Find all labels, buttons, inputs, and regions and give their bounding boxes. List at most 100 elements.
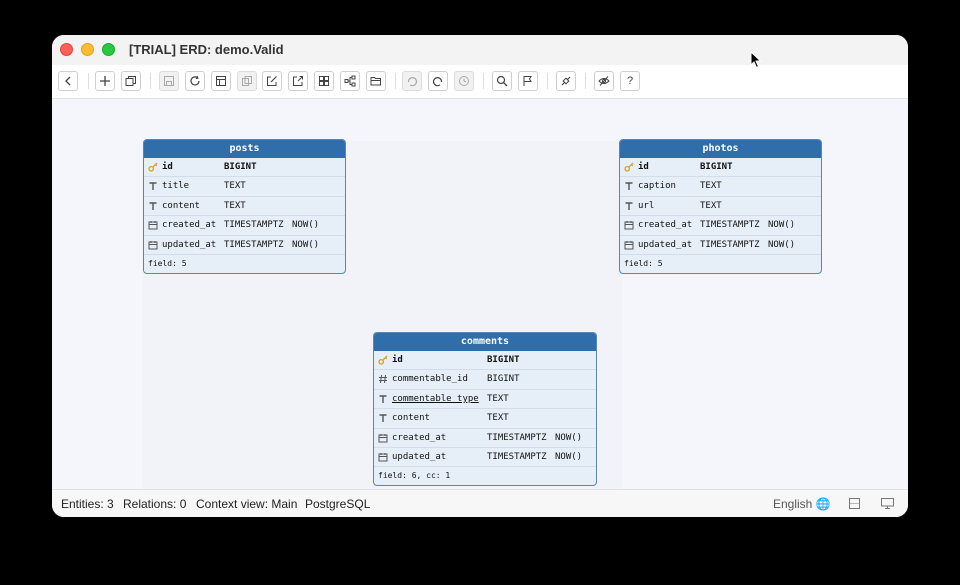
display-icon[interactable] [881, 498, 894, 512]
field-default: NOW() [292, 239, 320, 250]
window-title: [TRIAL] ERD: demo.Valid [129, 42, 284, 57]
tree-button[interactable] [340, 71, 360, 91]
field-row[interactable]: id BIGINT [374, 351, 596, 371]
toolbar-separator [547, 73, 548, 89]
field-name: updated_at [162, 239, 217, 250]
entity-footer: field: 5 [148, 258, 187, 268]
history-button[interactable] [454, 71, 474, 91]
refresh-button[interactable] [185, 71, 205, 91]
relations-count: Relations: 0 [123, 497, 187, 511]
field-row[interactable]: url TEXT [620, 197, 821, 217]
field-type: TIMESTAMPTZ [224, 239, 284, 250]
panel-toggle-icon[interactable] [849, 498, 860, 512]
field-default: NOW() [555, 432, 583, 443]
field-row[interactable]: content TEXT [144, 197, 345, 217]
back-button[interactable] [58, 71, 78, 91]
field-row[interactable]: updated_at TIMESTAMPTZ NOW() [374, 448, 596, 468]
entity-photos[interactable]: photos id BIGINT caption TEXT url TEXT created_… [619, 139, 822, 274]
title-bar: [TRIAL] ERD: demo.Valid [52, 35, 908, 65]
entity-header[interactable]: comments [374, 333, 596, 351]
redo-icon [432, 77, 443, 87]
entities-count: Entities: 3 [61, 497, 114, 511]
copy-button[interactable] [121, 71, 141, 91]
field-type: TIMESTAMPTZ [700, 220, 760, 231]
language-selector[interactable]: English 🌐 [773, 497, 831, 511]
toolbar-separator [585, 73, 586, 89]
toolbar-separator [483, 73, 484, 89]
text-type-icon [624, 181, 634, 191]
calendar-icon [378, 452, 388, 462]
refresh-icon [190, 75, 200, 86]
field-type: TIMESTAMPTZ [700, 239, 760, 250]
export-button[interactable] [288, 71, 308, 91]
tree-icon [344, 75, 356, 87]
add-button[interactable] [95, 71, 115, 91]
entity-comments[interactable]: comments id BIGINT commentable_id BIGINT comm… [373, 332, 597, 487]
calendar-icon [624, 220, 634, 230]
field-row[interactable]: id BIGINT [144, 158, 345, 178]
redo-button[interactable] [428, 71, 448, 91]
undo-icon [407, 77, 418, 87]
field-type: BIGINT [487, 355, 520, 365]
entity-header[interactable]: photos [620, 140, 821, 158]
key-icon [624, 162, 634, 172]
field-name: id [162, 162, 173, 172]
field-row[interactable]: created_at TIMESTAMPTZ NOW() [144, 216, 345, 236]
text-type-icon [148, 181, 158, 191]
field-row[interactable]: updated_at TIMESTAMPTZ NOW() [144, 236, 345, 255]
hide-button[interactable] [594, 71, 614, 91]
layout-button[interactable] [211, 71, 231, 91]
field-row[interactable]: commentable_id BIGINT [374, 370, 596, 390]
field-row[interactable]: updated_at TIMESTAMPTZ NOW() [620, 236, 821, 255]
field-row[interactable]: content TEXT [374, 409, 596, 429]
field-name: content [392, 413, 430, 424]
text-type-icon [378, 413, 388, 423]
entity-posts[interactable]: posts id BIGINT title TEXT content TEXT created… [143, 139, 346, 274]
search-button[interactable] [492, 71, 512, 91]
globe-icon: 🌐 [815, 497, 831, 511]
link-button[interactable] [556, 71, 576, 91]
field-row[interactable]: created_at TIMESTAMPTZ NOW() [374, 429, 596, 448]
grid-button[interactable] [314, 71, 334, 91]
field-name: url [638, 200, 655, 211]
undo-button[interactable] [402, 71, 422, 91]
toolbar-separator [88, 73, 89, 89]
toolbar: ? [52, 65, 908, 99]
save-button[interactable] [159, 71, 179, 91]
field-type: BIGINT [700, 162, 733, 172]
minimize-window-button[interactable] [81, 43, 94, 56]
open-button[interactable] [366, 71, 386, 91]
question-icon: ? [626, 75, 634, 87]
field-name: updated_at [638, 239, 693, 250]
field-type: TEXT [224, 200, 246, 211]
field-row[interactable]: caption TEXT [620, 177, 821, 197]
duplicate-button[interactable] [237, 71, 257, 91]
field-row[interactable]: id BIGINT [620, 158, 821, 178]
database-type: PostgreSQL [305, 497, 371, 511]
help-button[interactable]: ? [620, 71, 640, 91]
field-type: TEXT [700, 200, 722, 211]
close-window-button[interactable] [60, 43, 73, 56]
field-row[interactable]: title TEXT [144, 177, 345, 197]
erd-canvas[interactable]: posts id BIGINT title TEXT content TEXT created… [52, 99, 908, 491]
field-type: TIMESTAMPTZ [487, 432, 547, 443]
flag-button[interactable] [518, 71, 538, 91]
field-type: TEXT [487, 413, 509, 424]
field-type: TIMESTAMPTZ [224, 220, 284, 231]
field-default: NOW() [555, 451, 583, 462]
status-bar: Entities: 3 Relations: 0 Context view: M… [52, 489, 908, 517]
entity-header[interactable]: posts [144, 140, 345, 158]
field-row[interactable]: commentable_type TEXT [374, 390, 596, 410]
zoom-window-button[interactable] [102, 43, 115, 56]
field-type: TEXT [224, 181, 246, 192]
layout-icon [216, 76, 226, 86]
field-name: id [392, 355, 403, 365]
field-name: commentable_id [392, 374, 468, 385]
edit-button[interactable] [262, 71, 282, 91]
field-name: created_at [162, 220, 217, 231]
field-row[interactable]: created_at TIMESTAMPTZ NOW() [620, 216, 821, 236]
text-type-icon [624, 201, 634, 211]
context-view: Context view: Main [196, 497, 298, 511]
toolbar-separator [395, 73, 396, 89]
language-label: English [773, 497, 813, 511]
